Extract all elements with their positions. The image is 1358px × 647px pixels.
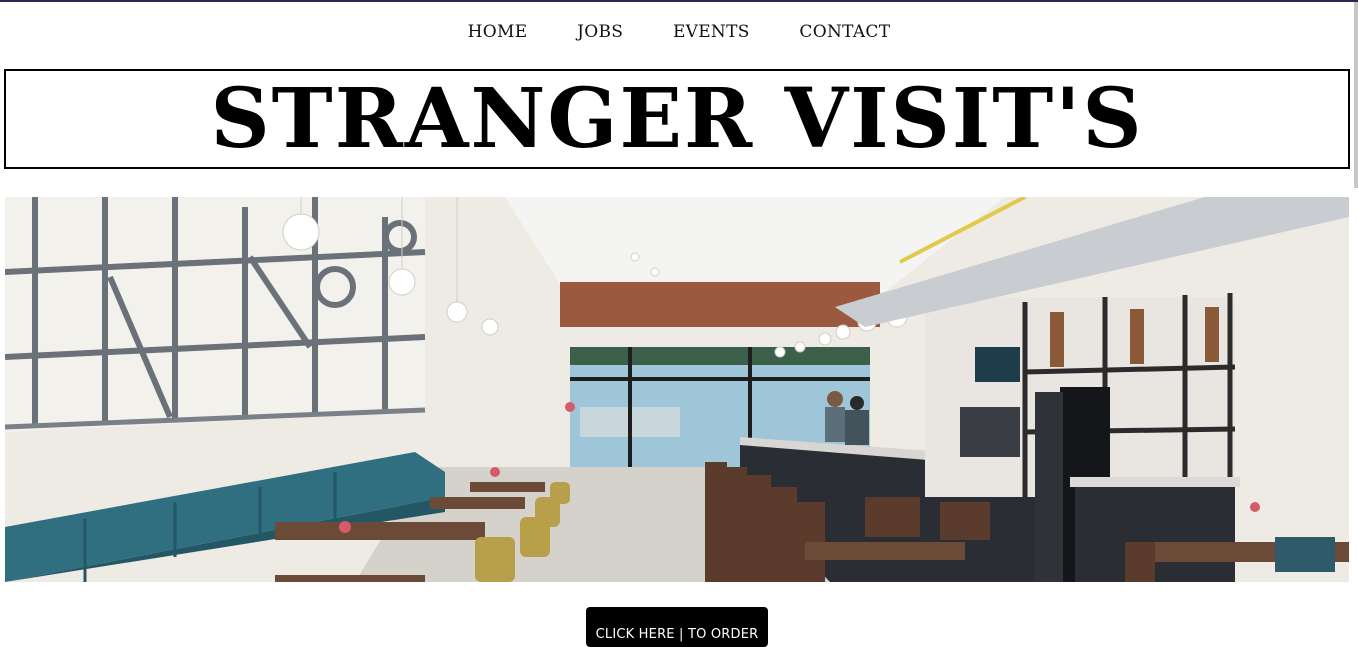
site-title-banner: STRANGER VISIT'S <box>4 69 1350 169</box>
order-button[interactable]: CLICK HERE | TO ORDER <box>586 607 768 647</box>
nav-events-link[interactable]: EVENTS <box>673 22 750 42</box>
nav-contact-link[interactable]: CONTACT <box>799 22 890 42</box>
site-title: STRANGER VISIT'S <box>210 71 1144 167</box>
top-accent-rule <box>0 0 1358 2</box>
hero-cafe-interior-image <box>5 197 1349 582</box>
nav-home-link[interactable]: HOME <box>468 22 528 42</box>
nav-jobs-link[interactable]: JOBS <box>577 22 623 42</box>
main-nav: HOME JOBS EVENTS CONTACT <box>0 22 1358 42</box>
